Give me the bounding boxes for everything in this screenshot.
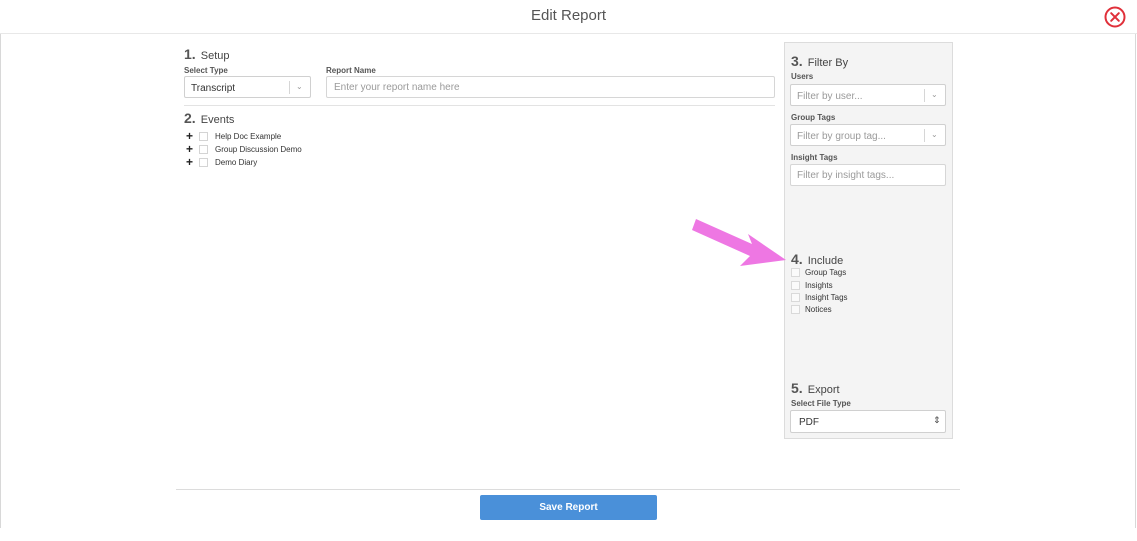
users-label: Users	[791, 72, 814, 81]
file-type-value: PDF	[799, 417, 819, 428]
export-number: 5.	[791, 380, 803, 396]
include-checkbox[interactable]	[791, 280, 800, 290]
event-item: + Demo Diary	[186, 156, 257, 168]
include-checkbox[interactable]	[791, 292, 800, 302]
footer-divider	[176, 489, 960, 490]
report-name-input[interactable]	[326, 76, 775, 98]
include-option: Insights	[791, 279, 833, 291]
events-title: Events	[200, 114, 235, 126]
event-label: Group Discussion Demo	[215, 144, 302, 154]
select-type-value: Transcript	[191, 83, 236, 94]
filter-heading: 3. Filter By	[791, 53, 848, 69]
section-divider	[184, 105, 775, 106]
users-filter-placeholder: Filter by user...	[797, 91, 863, 102]
select-type-label: Select Type	[184, 66, 228, 75]
event-checkbox[interactable]	[199, 144, 208, 154]
dropdown-separator	[924, 129, 925, 142]
include-option-label: Insights	[805, 280, 833, 290]
close-button[interactable]	[1104, 6, 1126, 28]
save-report-button[interactable]: Save Report	[480, 495, 657, 520]
event-item: + Help Doc Example	[186, 130, 281, 142]
event-checkbox[interactable]	[199, 131, 208, 141]
dropdown-separator	[924, 89, 925, 102]
export-title: Export	[807, 384, 840, 396]
include-checkbox[interactable]	[791, 304, 800, 314]
file-type-select[interactable]: PDF ⇕	[790, 410, 946, 433]
modal-border-left	[0, 34, 1, 528]
expand-plus-icon[interactable]: +	[186, 130, 196, 142]
modal-title: Edit Report	[530, 7, 607, 24]
event-label: Help Doc Example	[215, 131, 282, 141]
events-heading: 2. Events	[184, 110, 234, 126]
filter-number: 3.	[791, 53, 803, 69]
insight-tags-filter-input[interactable]	[790, 164, 946, 186]
report-name-label: Report Name	[326, 66, 376, 75]
include-option-label: Insight Tags	[805, 292, 848, 302]
chevron-down-icon: ⌄	[296, 82, 303, 91]
close-circle-icon	[1104, 6, 1126, 28]
include-number: 4.	[791, 251, 803, 267]
include-checkbox[interactable]	[791, 267, 800, 277]
include-option-label: Group Tags	[805, 267, 847, 277]
setup-heading: 1. Setup	[184, 46, 230, 62]
users-filter-dropdown[interactable]: Filter by user... ⌄	[790, 84, 946, 106]
include-option-label: Notices	[805, 304, 832, 314]
modal-header: Edit Report	[0, 0, 1137, 34]
chevron-down-icon: ⌄	[931, 90, 938, 99]
events-number: 2.	[184, 110, 196, 126]
export-heading: 5. Export	[791, 380, 840, 396]
group-tags-filter-dropdown[interactable]: Filter by group tag... ⌄	[790, 124, 946, 146]
insight-tags-label: Insight Tags	[791, 153, 838, 162]
event-label: Demo Diary	[215, 157, 258, 167]
setup-number: 1.	[184, 46, 196, 62]
include-option: Insight Tags	[791, 291, 848, 303]
chevron-down-icon: ⌄	[931, 130, 938, 139]
modal-border-right	[1135, 34, 1136, 528]
include-heading: 4. Include	[791, 251, 843, 267]
group-tags-filter-placeholder: Filter by group tag...	[797, 131, 886, 142]
event-item: + Group Discussion Demo	[186, 143, 302, 155]
include-option: Notices	[791, 303, 832, 315]
include-option: Group Tags	[791, 266, 846, 278]
sort-arrows-icon: ⇕	[933, 415, 941, 425]
file-type-label: Select File Type	[791, 399, 851, 408]
event-checkbox[interactable]	[199, 157, 208, 167]
expand-plus-icon[interactable]: +	[186, 143, 196, 155]
expand-plus-icon[interactable]: +	[186, 156, 196, 168]
dropdown-separator	[289, 81, 290, 94]
annotation-arrow-icon	[692, 219, 786, 266]
select-type-dropdown[interactable]: Transcript ⌄	[184, 76, 311, 98]
group-tags-label: Group Tags	[791, 113, 836, 122]
setup-title: Setup	[200, 50, 230, 62]
filter-title: Filter By	[807, 57, 849, 69]
